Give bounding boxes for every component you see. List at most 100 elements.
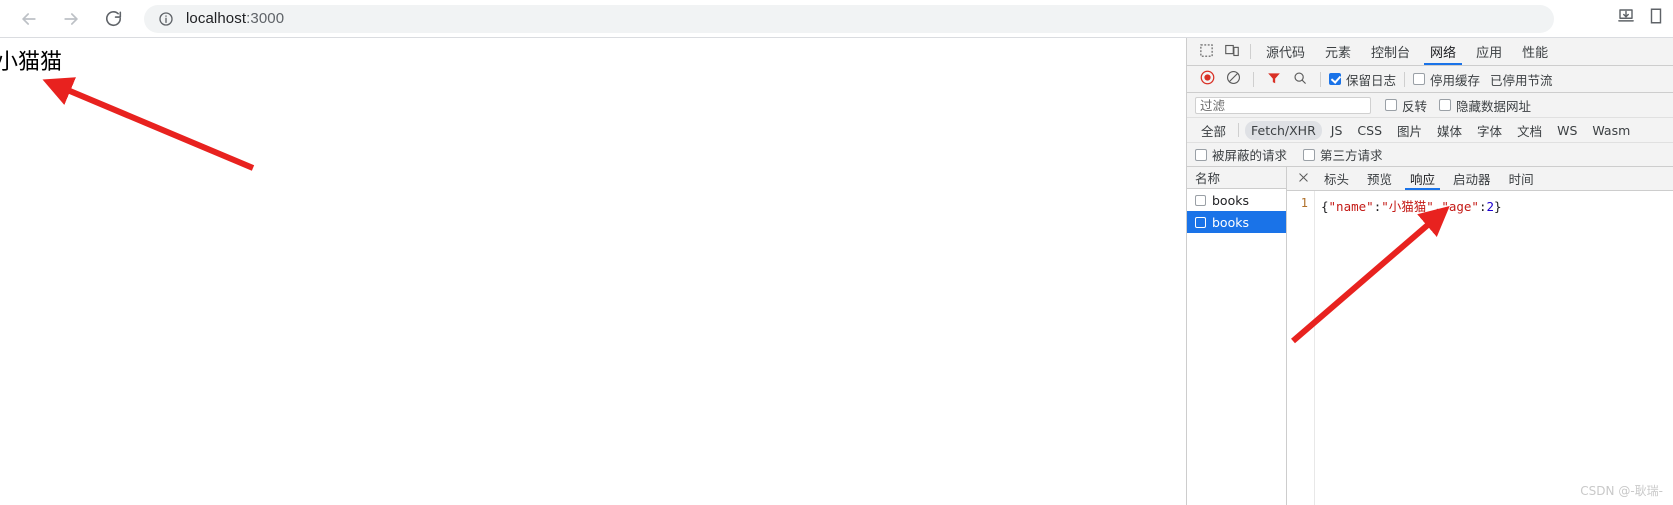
detail-tabbar: 标头 预览 响应 启动器 时间 xyxy=(1287,167,1673,191)
type-chip-wasm[interactable]: Wasm xyxy=(1586,121,1636,140)
detail-tab-label: 标头 xyxy=(1324,172,1350,187)
detail-tab-label: 时间 xyxy=(1508,172,1534,187)
preserve-log-box[interactable] xyxy=(1329,73,1341,85)
profile-icon xyxy=(1647,7,1665,30)
devtools-tab-performance[interactable]: 性能 xyxy=(1512,38,1558,65)
hide-data-urls-box[interactable] xyxy=(1439,99,1452,111)
actionbar-divider-3 xyxy=(1404,71,1406,87)
devtools-tab-network[interactable]: 网络 xyxy=(1420,38,1466,65)
tab-label: 性能 xyxy=(1522,46,1549,61)
disable-cache-checkbox[interactable]: 停用缓存 xyxy=(1413,70,1480,89)
back-button[interactable] xyxy=(12,2,46,36)
type-chip-ws[interactable]: WS xyxy=(1551,121,1583,140)
network-actionbar: 保留日志 停用缓存 已停用节流 xyxy=(1187,66,1673,93)
tab-label: 控制台 xyxy=(1371,46,1411,61)
forward-arrow-icon xyxy=(61,9,81,29)
filter-options: 反转 隐藏数据网址 xyxy=(1385,96,1531,115)
detail-tab-headers[interactable]: 标头 xyxy=(1315,167,1358,190)
detail-tab-label: 响应 xyxy=(1410,172,1436,187)
actionbar-divider-2 xyxy=(1320,71,1321,87)
hide-data-urls-checkbox[interactable]: 隐藏数据网址 xyxy=(1439,96,1531,115)
preserve-log-label: 保留日志 xyxy=(1346,72,1397,88)
table-row[interactable]: books xyxy=(1187,211,1286,233)
response-json[interactable]: {"name":"小猫猫","age":2} xyxy=(1315,191,1502,505)
inspect-element-icon xyxy=(1199,43,1214,61)
tabbar-divider xyxy=(1250,44,1251,59)
watermark: CSDN @-耿瑞- xyxy=(1580,484,1663,498)
search-icon xyxy=(1293,71,1307,88)
type-chip-font[interactable]: 字体 xyxy=(1471,119,1508,142)
detail-tab-label: 启动器 xyxy=(1453,172,1491,187)
blocked-requests-checkbox[interactable]: 被屏蔽的请求 xyxy=(1195,145,1287,164)
screenshot-root: localhost:3000 小猫猫 源代码 元素 控制台 网络 应用 性能 保… xyxy=(0,0,1673,505)
request-detail-pane: 标头 预览 响应 启动器 时间 1 {"name":"小猫猫","age":2} xyxy=(1287,167,1673,505)
type-chip-doc[interactable]: 文档 xyxy=(1511,119,1548,142)
reload-icon xyxy=(104,9,123,28)
blocked-requests-label: 被屏蔽的请求 xyxy=(1212,148,1288,163)
type-chip-img[interactable]: 图片 xyxy=(1391,119,1428,142)
download-icon xyxy=(1617,7,1635,30)
close-detail-button[interactable] xyxy=(1291,167,1315,190)
table-row[interactable]: books xyxy=(1187,189,1286,211)
blocked-requests-box[interactable] xyxy=(1195,148,1207,161)
throttling-label[interactable]: 已停用节流 xyxy=(1490,70,1553,89)
devtools-tab-console[interactable]: 控制台 xyxy=(1361,38,1420,65)
type-chip-fetch-xhr[interactable]: Fetch/XHR xyxy=(1245,120,1322,140)
network-split-pane: 名称 books books 标头 预览 响应 启动器 时间 1 {"name"… xyxy=(1187,167,1673,505)
forward-button[interactable] xyxy=(54,2,88,36)
page-viewport: 小猫猫 xyxy=(0,38,1186,505)
resource-type-bar: 全部 Fetch/XHR JS CSS 图片 媒体 字体 文档 WS Wasm xyxy=(1187,118,1673,143)
inspect-element-button[interactable] xyxy=(1193,38,1219,65)
downloads-button[interactable] xyxy=(1611,4,1641,34)
profile-button[interactable] xyxy=(1641,4,1671,34)
detail-tab-initiator[interactable]: 启动器 xyxy=(1444,167,1500,190)
detail-tab-timing[interactable]: 时间 xyxy=(1500,167,1543,190)
annotation-arrow-left xyxy=(42,77,255,171)
preserve-log-checkbox[interactable]: 保留日志 xyxy=(1329,70,1396,89)
filter-toggle-button[interactable] xyxy=(1262,68,1286,90)
devtools-tab-sources[interactable]: 源代码 xyxy=(1256,38,1315,65)
tab-label: 应用 xyxy=(1476,46,1503,61)
row-checkbox[interactable] xyxy=(1195,216,1206,228)
invert-checkbox[interactable]: 反转 xyxy=(1385,96,1427,115)
type-divider xyxy=(1238,123,1240,137)
back-arrow-icon xyxy=(19,9,39,29)
reload-button[interactable] xyxy=(96,2,130,36)
clear-button[interactable] xyxy=(1221,68,1245,90)
json-key-age: "age" xyxy=(1441,199,1479,214)
request-list-header: 名称 xyxy=(1187,167,1286,189)
device-toolbar-button[interactable] xyxy=(1219,38,1245,65)
detail-tab-response[interactable]: 响应 xyxy=(1401,167,1444,190)
tab-label: 源代码 xyxy=(1266,46,1306,61)
disable-cache-box[interactable] xyxy=(1413,73,1426,85)
detail-tab-preview[interactable]: 预览 xyxy=(1358,167,1401,190)
filter-icon xyxy=(1267,71,1281,88)
devtools-tab-elements[interactable]: 元素 xyxy=(1315,38,1361,65)
site-info-icon[interactable] xyxy=(158,11,174,27)
browser-toolbar: localhost:3000 xyxy=(0,0,1673,38)
url-text: localhost:3000 xyxy=(186,10,284,27)
invert-box[interactable] xyxy=(1385,99,1397,111)
invert-label: 反转 xyxy=(1402,98,1428,114)
filter-input[interactable] xyxy=(1195,96,1371,114)
devtools-panel: 源代码 元素 控制台 网络 应用 性能 保留日志 停用缓存 已停用节流 过滤 反… xyxy=(1186,38,1673,505)
url-host: localhost xyxy=(186,10,247,27)
devtools-tab-application[interactable]: 应用 xyxy=(1466,38,1512,65)
json-brace-open: { xyxy=(1321,199,1329,214)
type-chip-media[interactable]: 媒体 xyxy=(1431,119,1468,142)
type-chip-all[interactable]: 全部 xyxy=(1195,119,1232,142)
type-chip-css[interactable]: CSS xyxy=(1351,121,1388,140)
search-button[interactable] xyxy=(1288,68,1312,90)
request-list: 名称 books books xyxy=(1187,167,1287,505)
third-party-box[interactable] xyxy=(1303,148,1316,161)
toolbar-right-group xyxy=(1611,4,1673,34)
address-bar[interactable]: localhost:3000 xyxy=(144,4,1554,33)
type-chip-js[interactable]: JS xyxy=(1325,121,1349,140)
extra-filter-bar: 被屏蔽的请求 第三方请求 xyxy=(1187,143,1673,167)
third-party-checkbox[interactable]: 第三方请求 xyxy=(1303,145,1383,164)
record-button[interactable] xyxy=(1195,68,1219,90)
close-icon xyxy=(1298,172,1309,186)
devtools-tabbar: 源代码 元素 控制台 网络 应用 性能 xyxy=(1187,38,1673,66)
row-checkbox[interactable] xyxy=(1195,194,1206,206)
request-name: books xyxy=(1212,214,1249,230)
